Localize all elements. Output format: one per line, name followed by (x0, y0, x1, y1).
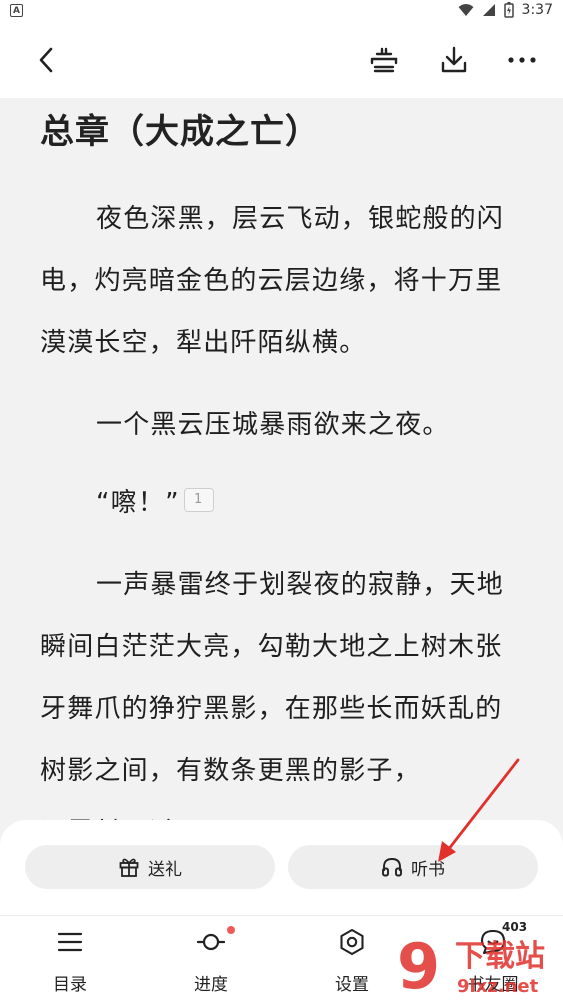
chevron-left-icon (39, 47, 53, 73)
more-dots-icon (508, 57, 536, 63)
nav-item-settings[interactable]: 设置 (302, 916, 402, 1003)
svg-text:下载站: 下载站 (455, 939, 545, 974)
nav-label-catalog: 目录 (53, 975, 87, 995)
listen-book-button[interactable]: 听书 (288, 845, 538, 889)
reader-toolbar (0, 24, 563, 98)
svg-text:9: 9 (397, 930, 440, 998)
audio-mode-icon (370, 47, 398, 73)
svg-text:9lxz.net: 9lxz.net (457, 976, 539, 997)
paragraph: 一个黑云压城暴雨欲来之夜。 (96, 410, 450, 440)
nav-item-progress[interactable]: 进度 (161, 916, 261, 1003)
settings-hex-icon (340, 928, 364, 956)
status-icons: 3:37 (458, 2, 553, 18)
download-icon (441, 46, 467, 73)
nav-item-catalog[interactable]: 目录 (20, 916, 120, 1003)
listen-mode-button[interactable] (362, 38, 406, 82)
more-button[interactable] (500, 38, 544, 82)
nav-label-progress: 进度 (194, 975, 228, 995)
progress-icon (197, 933, 225, 951)
battery-icon (503, 2, 514, 18)
gift-icon (119, 858, 139, 877)
app-notification-icon: A (10, 4, 23, 17)
headphones-icon (382, 858, 402, 877)
progress-notification-dot (227, 926, 235, 934)
list-icon (57, 932, 83, 952)
listen-label: 听书 (411, 859, 445, 880)
wifi-icon (458, 4, 474, 16)
paragraph-text: “嚓！” (96, 488, 180, 518)
signal-icon (482, 4, 495, 16)
reading-area[interactable]: 总章（大成之亡） 夜色深黑，层云飞动，银蛇般的闪电，灼亮暗金色的云层边缘，将十万… (0, 98, 563, 838)
chapter-title: 总章（大成之亡） (40, 112, 320, 152)
action-sheet: 送礼 听书 (0, 820, 563, 915)
status-bar: A 3:37 (0, 0, 563, 24)
site-watermark-logo: 9 下载站 9lxz.net (397, 930, 545, 998)
paragraph: “嚓！” 1 (40, 472, 526, 534)
paragraph: 夜色深黑，层云飞动，银蛇般的闪电，灼亮暗金色的云层边缘，将十万里漠漠长空，犁出阡… (40, 204, 505, 358)
download-button[interactable] (432, 38, 476, 82)
gift-button[interactable]: 送礼 (25, 845, 275, 889)
clock: 3:37 (521, 2, 553, 18)
chapter-comment-badge[interactable]: 1 (183, 487, 214, 512)
gift-label: 送礼 (148, 859, 182, 880)
paragraph: 一声暴雷终于划裂夜的寂静，天地瞬间白茫茫大亮，勾勒大地之上树木张牙舞爪的狰狞黑影… (40, 570, 505, 786)
back-button[interactable] (24, 38, 68, 82)
nav-label-settings: 设置 (335, 975, 369, 995)
